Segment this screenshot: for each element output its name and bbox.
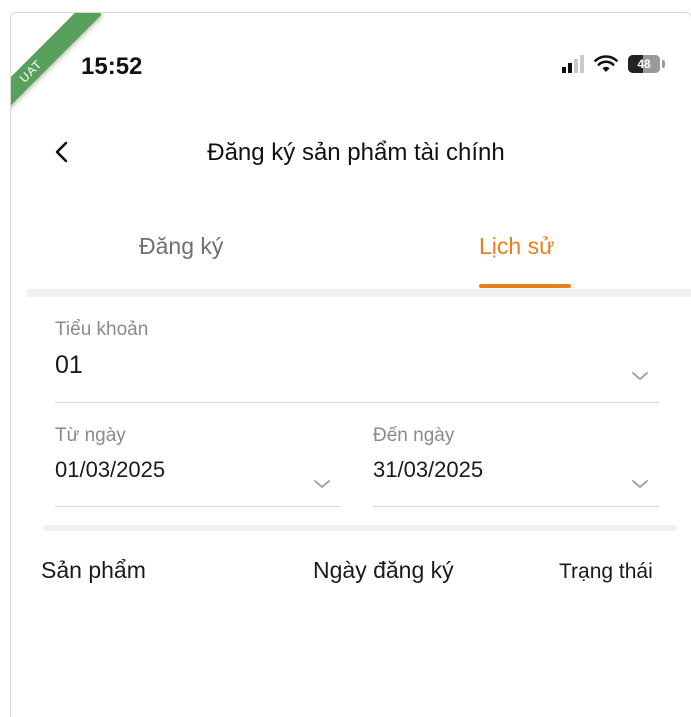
status-icons: 48 [562, 55, 665, 73]
sub-account-select[interactable]: Tiểu khoản 01 [55, 319, 659, 403]
field-underline [373, 506, 659, 507]
chevron-down-icon [632, 480, 648, 488]
signal-icon [562, 55, 584, 73]
field-underline [55, 402, 659, 403]
tab-history[interactable]: Lịch sử [479, 233, 554, 260]
from-date-label: Từ ngày [55, 425, 126, 446]
status-time: 15:52 [81, 53, 143, 80]
from-date-picker[interactable]: Từ ngày 01/03/2025 [55, 425, 341, 507]
active-tab-indicator [479, 284, 571, 288]
battery-tip [662, 60, 665, 68]
battery-icon: 48 [628, 55, 660, 73]
tab-register[interactable]: Đăng ký [139, 233, 223, 260]
chevron-down-icon [314, 480, 330, 488]
column-header-status: Trạng thái [559, 560, 653, 583]
app-header: Đăng ký sản phẩm tài chính [11, 133, 691, 173]
from-date-value: 01/03/2025 [55, 457, 166, 482]
app-frame: UAT 15:52 48 Đăng ký sản phẩm tài chính … [10, 12, 691, 717]
sub-account-label: Tiểu khoản [55, 319, 149, 340]
battery-level: 48 [637, 57, 651, 71]
tab-bar: Đăng ký Lịch sử [11, 221, 691, 291]
divider [43, 525, 677, 531]
wifi-icon [594, 55, 618, 73]
to-date-value: 31/03/2025 [373, 457, 484, 482]
chevron-down-icon [632, 372, 648, 380]
to-date-label: Đến ngày [373, 425, 455, 446]
page-title: Đăng ký sản phẩm tài chính [207, 139, 505, 166]
column-header-product: Sản phẩm [41, 557, 146, 583]
divider [27, 289, 691, 297]
field-underline [55, 506, 341, 507]
sub-account-value: 01 [55, 351, 83, 379]
column-header-register-date: Ngày đăng ký [313, 557, 454, 583]
to-date-picker[interactable]: Đến ngày 31/03/2025 [373, 425, 659, 507]
